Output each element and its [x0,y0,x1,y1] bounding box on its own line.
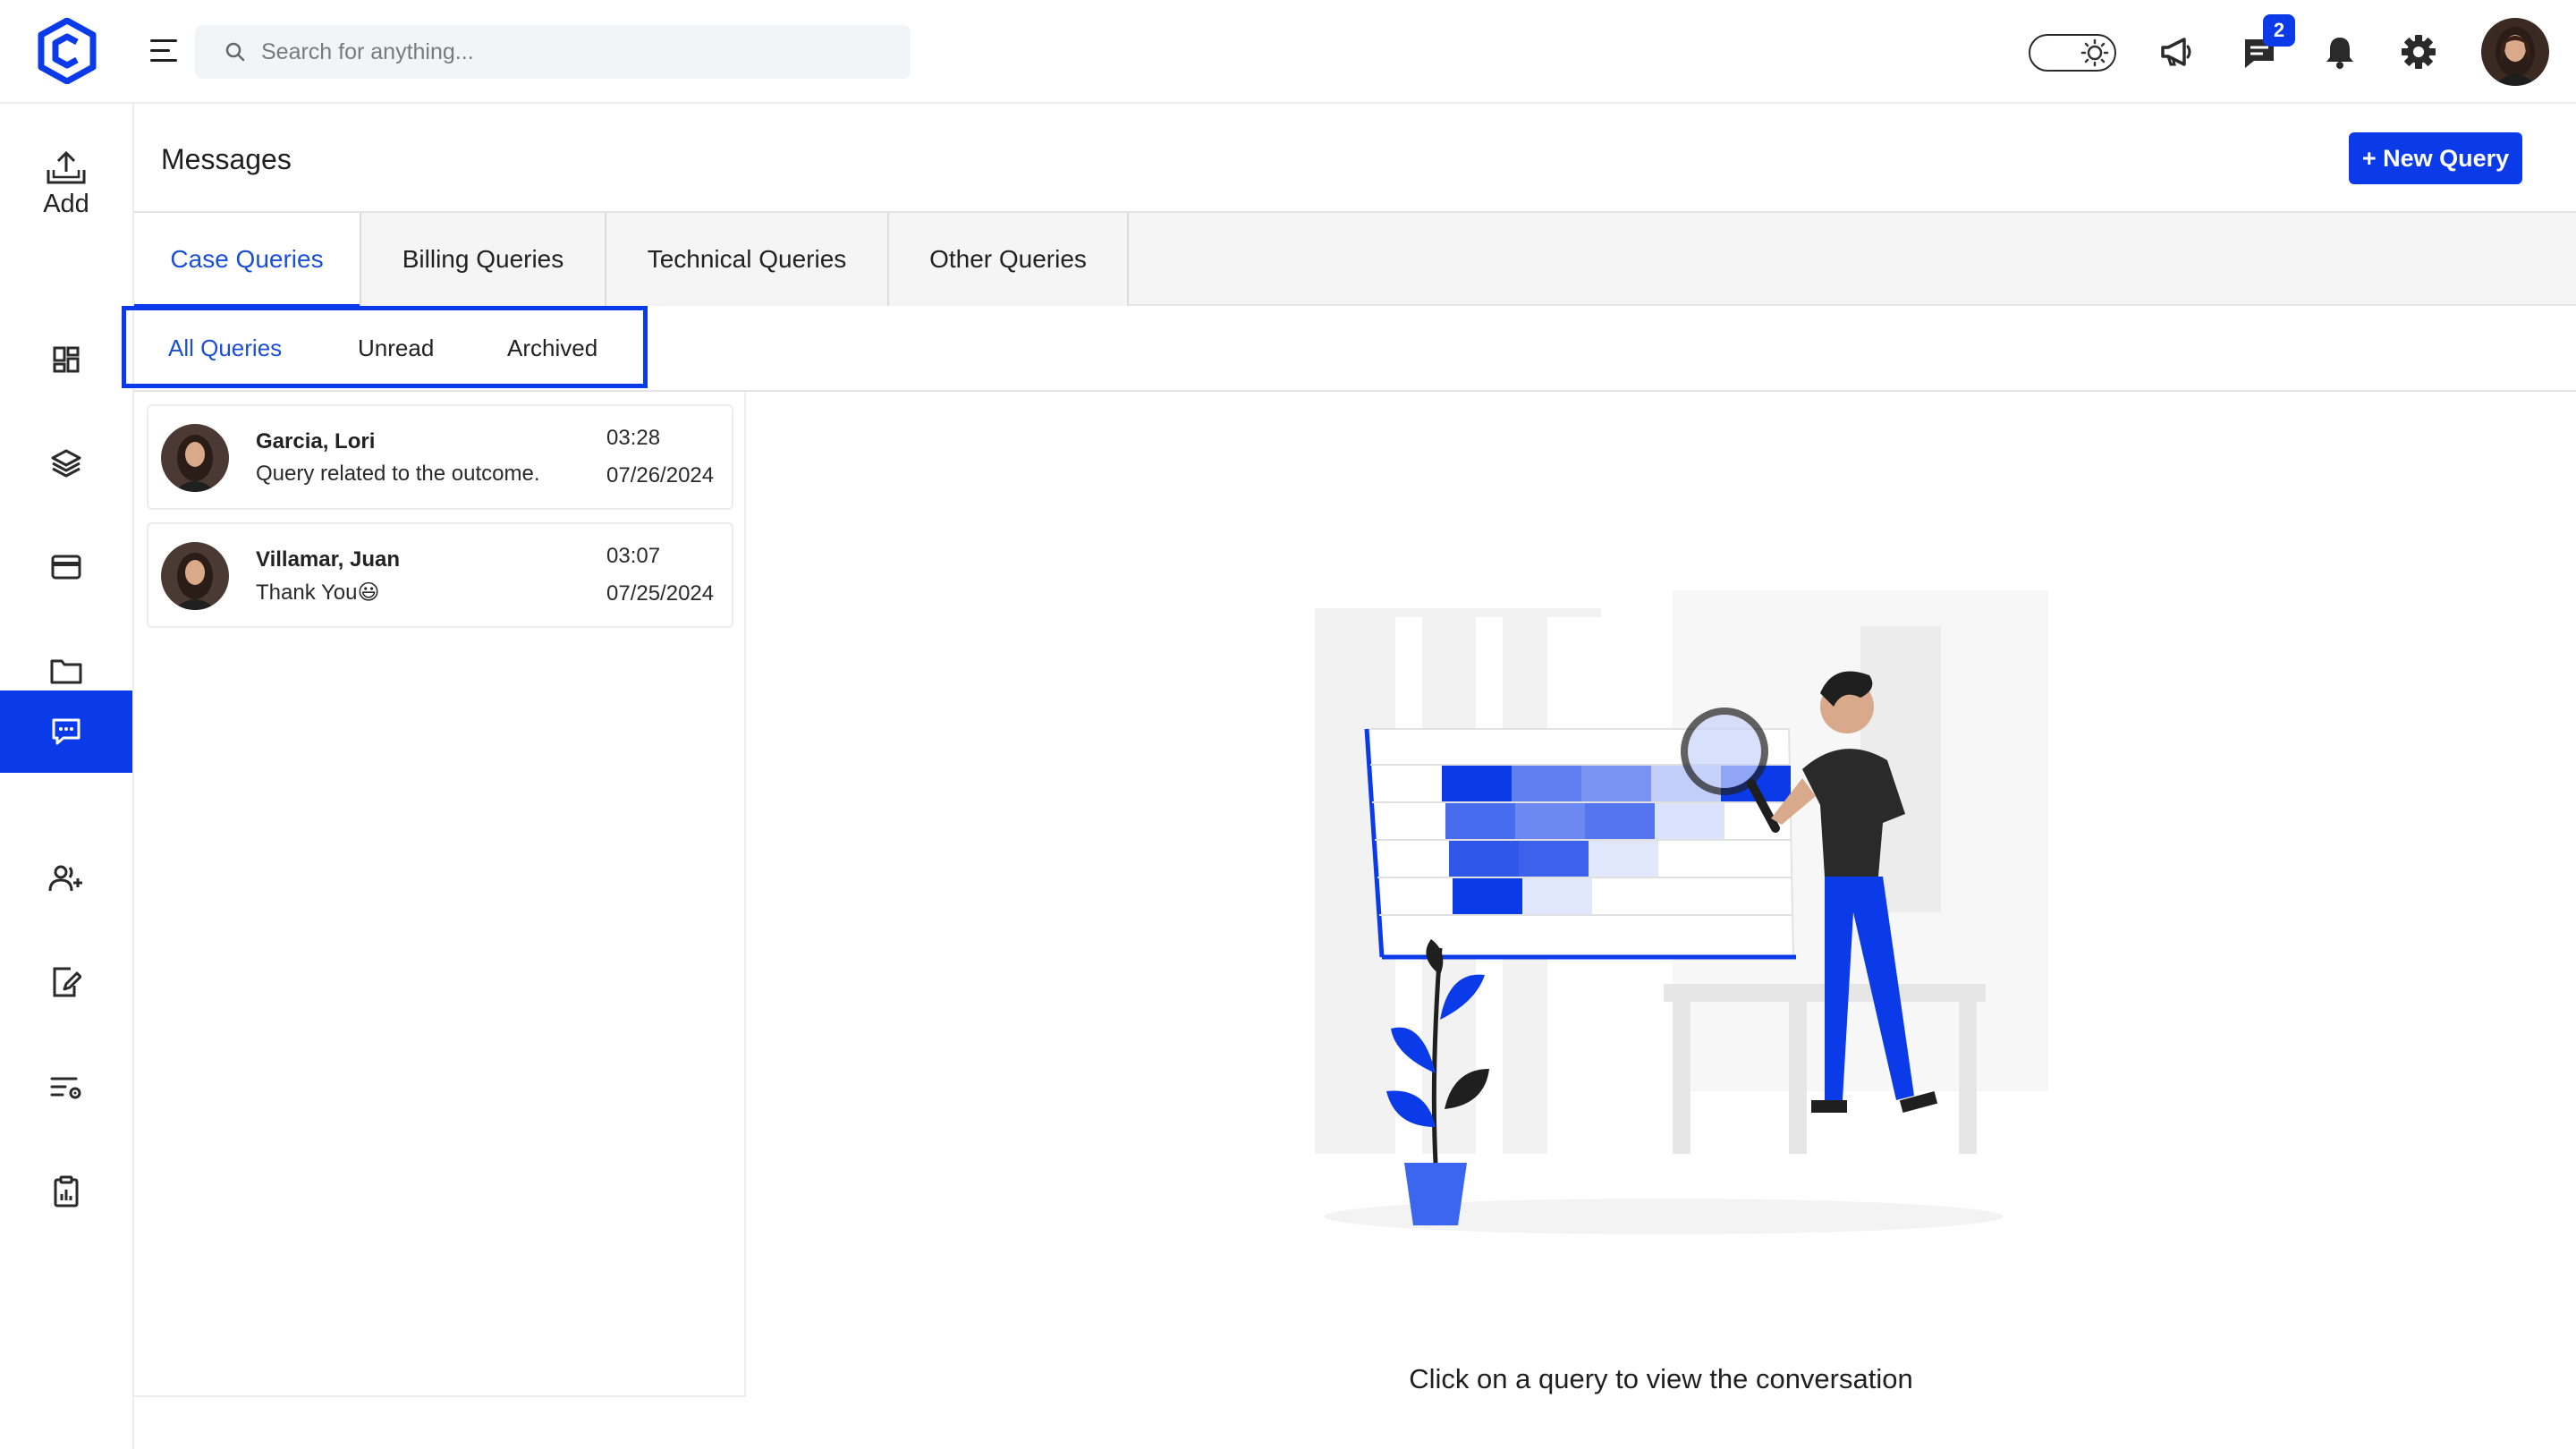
avatar-image [161,424,229,492]
edit-document-icon [53,967,81,997]
megaphone-icon[interactable] [2157,32,2197,72]
sidebar-item-dashboard[interactable] [0,318,132,401]
report-clipboard-icon [54,1175,79,1208]
query-category-tabs: Case Queries Billing Queries Technical Q… [134,211,2576,308]
sidebar-item-layers[interactable] [0,422,132,504]
sidebar-item-documents[interactable] [0,941,132,1023]
theme-toggle[interactable] [2029,34,2116,72]
sidebar-item-settings-list[interactable] [0,1046,132,1129]
bell-icon[interactable] [2320,32,2360,72]
chat-badge: 2 [2263,14,2295,47]
avatar [161,542,229,610]
global-search[interactable] [195,25,911,79]
query-preview: Query related to the outcome. [256,462,540,486]
left-sidebar: Add [0,104,134,1449]
query-list: Garcia, Lori Query related to the outcom… [134,392,746,1397]
query-time: 03:07 [606,544,661,568]
sidebar-add-button[interactable]: Add [0,150,132,231]
page-title: Messages [161,143,292,175]
tab-technical-queries[interactable]: Technical Queries [606,213,889,306]
upload-tray-icon [47,150,86,184]
sidebar-item-add-user[interactable] [0,837,132,919]
subtab-unread[interactable]: Unread [358,335,434,362]
query-date: 07/25/2024 [606,581,715,606]
avatar [161,424,229,492]
app-logo-icon[interactable] [38,18,97,84]
new-query-button[interactable]: + New Query [2349,132,2522,184]
search-icon [225,42,245,62]
sidebar-item-messages[interactable] [0,691,132,773]
query-list-item[interactable]: Villamar, Juan Thank You😃 03:07 07/25/20… [147,522,733,628]
avatar-image [161,542,229,610]
sidebar-item-billing[interactable] [0,526,132,608]
top-header: 2 [0,0,2576,104]
query-preview: Thank You😃 [256,580,380,605]
user-avatar[interactable] [2481,18,2549,86]
query-sender-name: Villamar, Juan [256,547,400,572]
subtab-all-queries[interactable]: All Queries [168,335,282,362]
empty-state-message: Click on a query to view the conversatio… [1409,1363,1913,1394]
folder-icon [50,659,82,684]
card-icon [51,555,81,580]
query-list-item[interactable]: Garcia, Lori Query related to the outcom… [147,404,733,510]
query-date: 07/26/2024 [606,463,715,487]
subtab-archived[interactable]: Archived [507,335,597,362]
sidebar-item-reports[interactable] [0,1150,132,1233]
add-user-icon [48,865,82,892]
search-input[interactable] [261,38,887,65]
messages-icon [52,718,80,745]
tab-other-queries[interactable]: Other Queries [889,213,1129,306]
query-time: 03:28 [606,426,661,450]
tab-billing-queries[interactable]: Billing Queries [361,213,606,306]
query-sender-name: Garcia, Lori [256,429,376,453]
gear-icon[interactable] [2399,32,2438,72]
layers-icon [51,449,81,478]
sun-icon [2080,38,2109,67]
sidebar-add-label: Add [43,190,89,218]
menu-toggle-icon[interactable] [150,39,177,64]
list-settings-icon [50,1077,81,1099]
user-avatar-image [2481,18,2549,86]
empty-state-illustration [1315,590,2048,1234]
tab-case-queries[interactable]: Case Queries [134,213,361,308]
dashboard-icon [53,346,80,373]
